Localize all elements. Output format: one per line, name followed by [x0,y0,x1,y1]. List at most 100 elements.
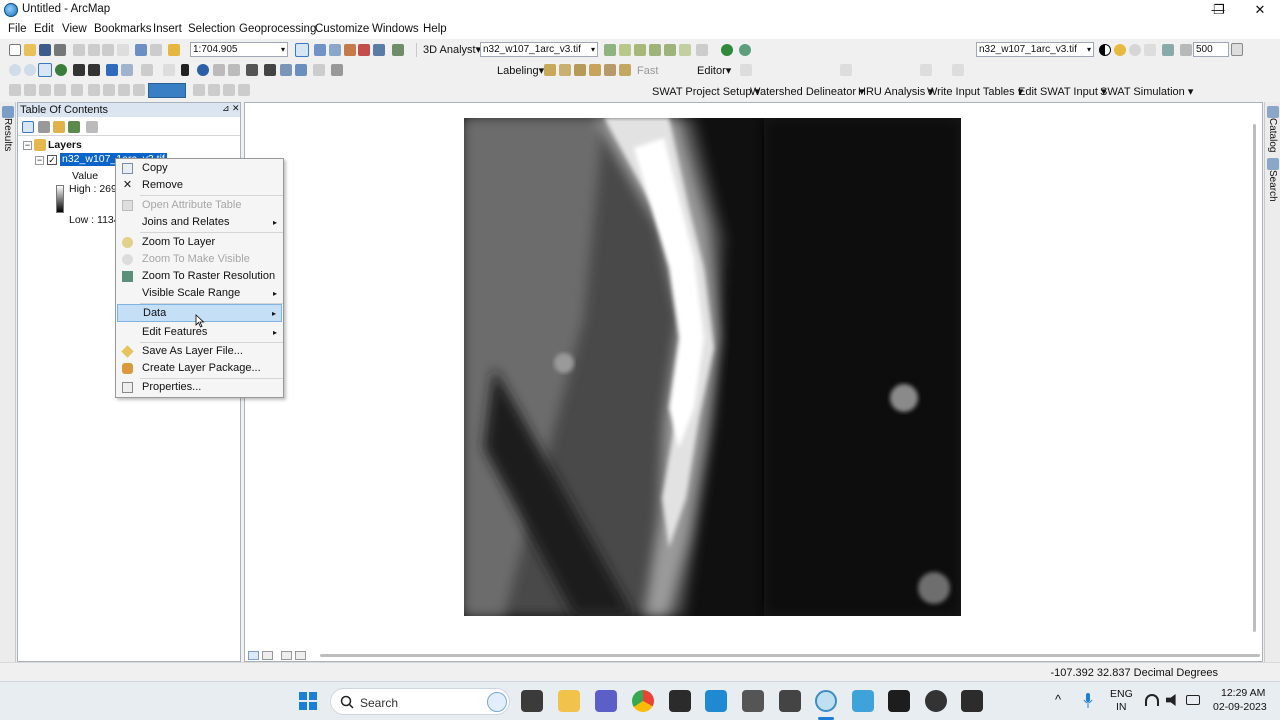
add-data-icon[interactable] [168,44,180,56]
zoom-out-icon[interactable] [24,64,36,76]
label-manager-icon[interactable] [544,64,556,76]
new-document-icon[interactable] [9,44,21,56]
graphics-icon[interactable] [133,84,145,96]
zoom-in-icon[interactable] [9,64,21,76]
fast-draw-mode[interactable]: Fast [637,65,658,77]
file-explorer-icon[interactable] [558,690,580,712]
paste-icon[interactable] [102,44,114,56]
refresh-button[interactable] [281,651,292,660]
undo-icon[interactable] [135,44,147,56]
flicker-rate-icon[interactable] [1180,44,1192,56]
pause-drawing-button[interactable] [295,651,306,660]
edit-swat-input-menu[interactable]: Edit SWAT Input ▾ [1018,85,1106,98]
volume-icon[interactable] [1166,694,1176,706]
labeling-menu[interactable]: Labeling▾ [497,64,544,77]
python-window-icon[interactable] [373,44,385,56]
language-region[interactable]: IN [1116,701,1127,713]
wifi-icon[interactable] [1145,694,1159,706]
shift-icon[interactable] [39,84,51,96]
list-by-drawing-order-icon[interactable] [22,121,34,133]
search-tab[interactable]: Search [1267,170,1278,202]
hyperlink-icon[interactable] [228,64,240,76]
fixed-zoom-out-icon[interactable] [88,64,100,76]
results-icon[interactable] [2,106,14,118]
swipe-icon[interactable] [1144,44,1156,56]
open-folder-icon[interactable] [24,44,36,56]
editor-menu[interactable]: Editor▾ [697,64,731,77]
menu-item-save-as-layer-file[interactable]: Save As Layer File... [117,343,282,360]
swat-project-setup-menu[interactable]: SWAT Project Setup ▾ [652,85,760,98]
vscode-icon[interactable] [705,690,727,712]
list-by-selection-icon[interactable] [68,121,80,133]
menu-item-zoom-to-layer[interactable]: Zoom To Layer [117,234,282,251]
search-window-icon[interactable] [344,44,356,56]
find-route-icon[interactable] [264,64,276,76]
menu-item-copy[interactable]: Copy [117,160,282,177]
show-hidden-icons[interactable]: ^ [1055,692,1061,707]
3d-analyst-layer-combo[interactable]: n32_w107_1arc_v3.tif ▾ [480,42,598,57]
fill-color-combo[interactable] [148,83,186,98]
menu-geoprocessing[interactable]: Geoprocessing [239,23,316,35]
menu-view[interactable]: View [62,23,87,35]
hru-analysis-menu[interactable]: HRU Analysis ▾ [858,85,934,98]
flicker-icon[interactable] [1162,44,1174,56]
watershed-delineator-menu[interactable]: Watershed Delineator ▾ [750,85,865,98]
rotate-icon[interactable] [24,84,36,96]
save-icon[interactable] [39,44,51,56]
collapse-layer-icon[interactable]: − [35,156,44,165]
grid-icon[interactable] [88,84,100,96]
menu-item-create-layer-package[interactable]: Create Layer Package... [117,360,282,377]
menu-help[interactable]: Help [423,23,447,35]
catalog-icon[interactable] [1267,106,1279,118]
brightness-icon[interactable] [1114,44,1126,56]
select-elements-icon[interactable] [181,64,189,76]
measure-icon[interactable] [295,64,307,76]
size-icon[interactable] [238,84,250,96]
menu-item-zoom-to-raster-resolution[interactable]: Zoom To Raster Resolution [117,268,282,285]
html-popup-icon[interactable] [213,64,225,76]
time-slider-icon[interactable] [313,64,325,76]
clock-time[interactable]: 12:29 AM [1221,687,1265,699]
app-icon-dark[interactable] [669,690,691,712]
teams-icon[interactable] [595,690,617,712]
table-view-icon[interactable] [103,84,115,96]
windows-start-icon[interactable] [299,692,317,710]
find-icon[interactable] [246,64,258,76]
maximize-button[interactable]: ❐ [1198,0,1240,21]
results-tab[interactable]: Results [2,118,13,151]
arcmap-taskbar-icon[interactable] [815,690,837,712]
label-priority-icon[interactable] [589,64,601,76]
select-features-icon[interactable] [141,64,153,76]
menu-selection[interactable]: Selection [188,23,235,35]
data-view-button[interactable] [248,651,259,660]
list-by-source-icon[interactable] [38,121,50,133]
close-window-button[interactable]: ✕ [1240,0,1280,21]
edit-tool-icon[interactable] [740,64,752,76]
map-horizontal-scrollbar[interactable] [320,654,1260,657]
task-view-icon[interactable] [521,690,543,712]
arctoolbox-icon[interactable] [358,44,370,56]
menu-item-zoom-to-make-visible[interactable]: Zoom To Make Visible [117,251,282,268]
menu-edit[interactable]: Edit [34,23,54,35]
arcglobe-icon[interactable] [739,44,751,56]
menu-item-open-attribute-table[interactable]: Open Attribute Table [117,197,282,214]
scale-icon[interactable] [54,84,66,96]
menu-windows[interactable]: Windows [372,23,419,35]
arcgis-pro-icon[interactable] [742,690,764,712]
forward-extent-icon[interactable] [121,64,133,76]
snap-icon[interactable] [779,690,801,712]
rect-icon[interactable] [118,84,130,96]
cut-icon[interactable] [73,44,85,56]
list-by-visibility-icon[interactable] [53,121,65,133]
options-icon[interactable] [86,121,98,133]
back-extent-icon[interactable] [106,64,118,76]
label-pause-icon[interactable] [619,64,631,76]
menu-insert[interactable]: Insert [153,23,182,35]
battery-icon[interactable] [1186,695,1200,705]
menu-customize[interactable]: Customize [315,23,369,35]
language-indicator[interactable]: ENG [1110,688,1133,700]
print-icon[interactable] [54,44,66,56]
font-icon[interactable] [223,84,235,96]
menu-item-visible-scale-range[interactable]: Visible Scale Range ▸ [117,285,282,302]
notepad-icon[interactable] [852,690,874,712]
